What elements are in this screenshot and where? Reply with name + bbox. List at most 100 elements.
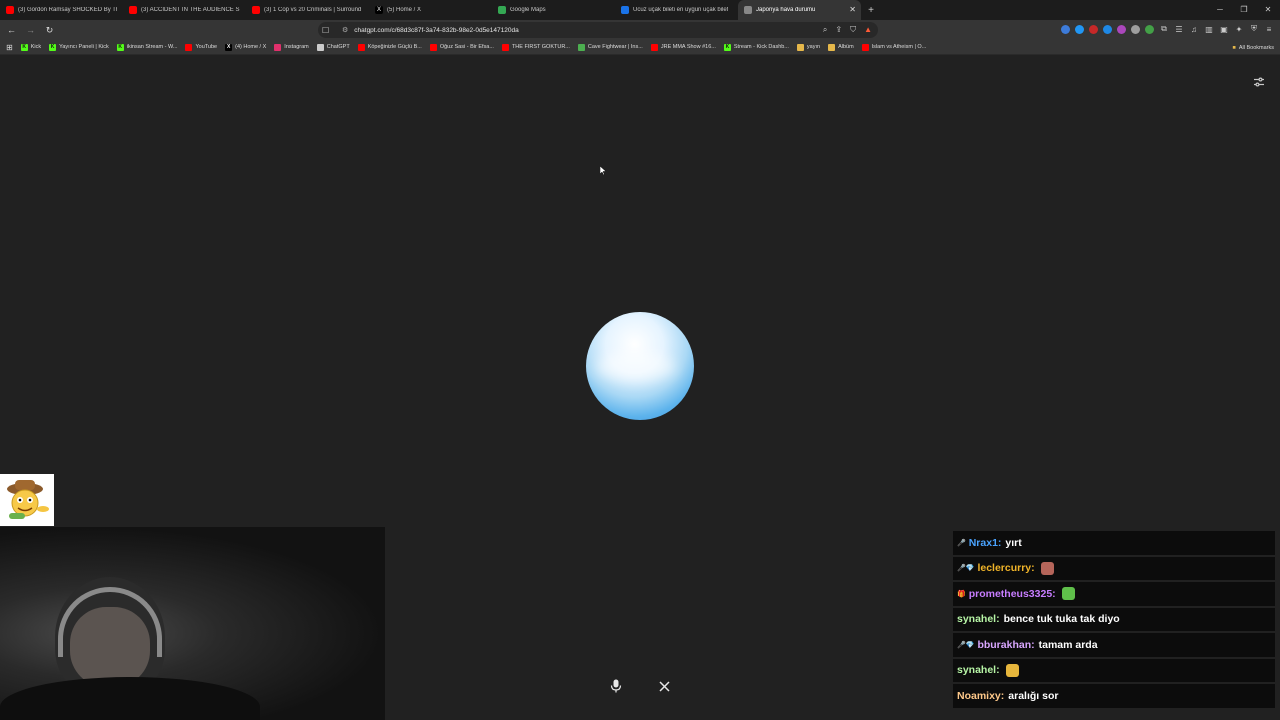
purple-extension-icon[interactable] [1117,24,1126,34]
tab-title: Japonya hava durumu [756,7,816,13]
bookmark-favicon-icon [650,43,658,51]
zoom-icon[interactable]: ⌕ [823,25,827,35]
bookmark-item[interactable]: K Kick [20,43,41,51]
vpn-icon[interactable]: ⛨ [1249,24,1259,34]
bookmark-item[interactable]: Köpeğinizle Güçlü B... [357,43,422,51]
browser-tab-0[interactable]: (3) Gordon Ramsay SHOCKED By Th [0,0,123,20]
reading-list-icon[interactable]: ☰ [1174,25,1184,34]
chat-text: aralığı sor [1008,689,1059,702]
all-bookmarks[interactable]: ■ All Bookmarks [1233,40,1274,55]
microphone-button[interactable] [600,672,632,700]
emoji-overlay [0,474,54,526]
bookmark-favicon-icon [185,43,193,51]
bookmark-item[interactable]: THE FIRST GOKTUR... [501,43,570,51]
share-icon[interactable]: ⇪ [835,25,842,35]
chat-text: yırt [1005,536,1022,549]
music-icon[interactable]: ♫ [1189,25,1199,34]
bookmark-label: Islam vs Atheism | O... [871,44,927,50]
brave-rewards-icon[interactable]: ▲ [864,25,872,35]
stream-chat-overlay: 🎤 Nrax1: yırt 🎤💎 leclercurry: 🎁 prometheus3325… [953,531,1275,708]
apps-grid-icon[interactable]: ⊞ [6,43,13,52]
menu-icon[interactable]: ≡ [1264,25,1274,34]
bookmark-item[interactable]: Albüm [828,43,854,51]
bookmark-favicon-icon [577,43,585,51]
new-tab-button[interactable]: + [861,5,881,16]
chat-emote-icon [1005,663,1019,677]
bookmark-label: YouTube [195,44,218,50]
tab-favicon-icon [129,6,137,14]
bookmark-favicon-icon [501,43,509,51]
bookmarks-bar: ⊞ K Kick K Yayıncı Paneli | Kick Kikinsan St… [0,40,1280,55]
bookmark-item[interactable]: X (4) Home / X [225,43,267,51]
chat-text: bence tuk tuka tak diyo [1003,613,1120,626]
browser-tab-6[interactable]: Japonya hava durumu ✕ [738,0,861,20]
back-arrow-icon[interactable]: ← [4,25,19,35]
bookmark-item[interactable]: JRE MMA Show #16... [650,43,716,51]
bookmark-favicon-icon [796,43,804,51]
bookmark-item[interactable]: Islam vs Atheism | O... [861,43,927,51]
tab-favicon-icon [252,6,260,14]
browser-tab-3[interactable]: X (5) Home / X [369,0,492,20]
minimize-icon[interactable]: ─ [1208,0,1232,20]
bookmark-label: Albüm [838,44,854,50]
browser-tab-5[interactable]: Ucuz uçak bileti en uygun uçak bilet [615,0,738,20]
bookmark-item[interactable]: Instagram [274,43,309,51]
browser-tab-2[interactable]: (3) 1 Cop vs 20 Criminals | Surround [246,0,369,20]
leo-icon[interactable]: ✦ [1234,25,1244,34]
bookmark-label: JRE MMA Show #16... [660,44,716,50]
bookmark-favicon-icon [316,43,324,51]
brave-shield-icon[interactable]: ⛉ [850,25,856,35]
green-extension-icon[interactable] [1145,24,1154,34]
bookmark-label: Köpeğinizle Güçlü B... [367,44,422,50]
tab-title: (3) Gordon Ramsay SHOCKED By Th [18,7,117,13]
bookmark-item[interactable]: Kikinsan Stream - W... [116,43,177,51]
chat-badge-icon: 🎁 [957,590,966,598]
chat-message: Noamixy: aralığı sor [953,684,1275,708]
chat-text: tamam arda [1038,638,1098,651]
browser-tab-4[interactable]: Google Maps [492,0,615,20]
bookmark-item[interactable]: K Stream - Kick Dashb... [723,43,789,51]
chat-username: leclercurry: [977,562,1035,575]
bookmark-item[interactable]: Cave Fightwear | Ins... [577,43,643,51]
grey-extension-icon[interactable] [1131,24,1140,34]
tab-favicon-icon [498,6,506,14]
webcam-body [0,677,260,720]
red-extension-icon[interactable] [1089,24,1098,34]
browser-tab-1[interactable]: (3) ACCIDENT IN THE AUDIENCE STA [123,0,246,20]
site-info-icon[interactable]: ⚙ [342,26,348,34]
bookmark-page-icon[interactable]: ☐ [322,26,332,35]
streamer-webcam [0,527,385,720]
chat-message: 🎁 prometheus3325: [953,582,1275,606]
chat-message: 🎤💎 leclercurry: [953,556,1275,580]
puzzle-icon[interactable]: ⧉ [1159,24,1169,34]
chat-badge-icon: 🎤💎 [957,565,975,573]
chat-emote-icon [1061,587,1075,601]
reload-icon[interactable]: ↻ [42,25,57,36]
sliders-icon[interactable] [1252,76,1266,90]
blue-extension-icon[interactable] [1075,24,1084,34]
end-voice-button[interactable] [648,672,680,700]
cowboy-emoji-icon [7,480,49,519]
globe-extension-icon[interactable] [1103,24,1112,34]
forward-arrow-icon[interactable]: → [23,25,38,35]
bookmark-label: Yayıncı Paneli | Kick [59,44,109,50]
url-text[interactable]: chatgpt.com/c/68d3c87f-3a74-832b-98e2-0d… [354,27,518,34]
restore-icon[interactable]: ❐ [1232,0,1256,20]
window-close-icon[interactable]: ✕ [1256,0,1280,20]
bookmark-item[interactable]: Oğuz Sasi - Bir Efsa... [429,43,494,51]
bookmark-label: (4) Home / X [235,44,267,50]
wallet-icon[interactable]: ▣ [1219,25,1229,34]
bookmark-item[interactable]: ChatGPT [316,43,350,51]
bookmark-item[interactable]: yayın [796,43,820,51]
bookmark-item[interactable]: YouTube [185,43,218,51]
bookmark-favicon-icon [357,43,365,51]
tab-close-icon[interactable]: ✕ [849,5,856,14]
tab-title: Google Maps [510,7,546,13]
browser-tab-bar: (3) Gordon Ramsay SHOCKED By Th (3) ACCID… [0,0,1280,20]
bookmark-item[interactable]: K Yayıncı Paneli | Kick [49,43,109,51]
audio-extension-icon[interactable] [1061,24,1070,34]
chat-username: synahel: [957,613,1000,626]
sidebar-icon[interactable]: ▥ [1204,25,1214,34]
address-bar[interactable]: ☐ ⚙ chatgpt.com/c/68d3c87f-3a74-832b-98e… [318,22,878,38]
bookmark-favicon-icon: K [723,43,731,51]
